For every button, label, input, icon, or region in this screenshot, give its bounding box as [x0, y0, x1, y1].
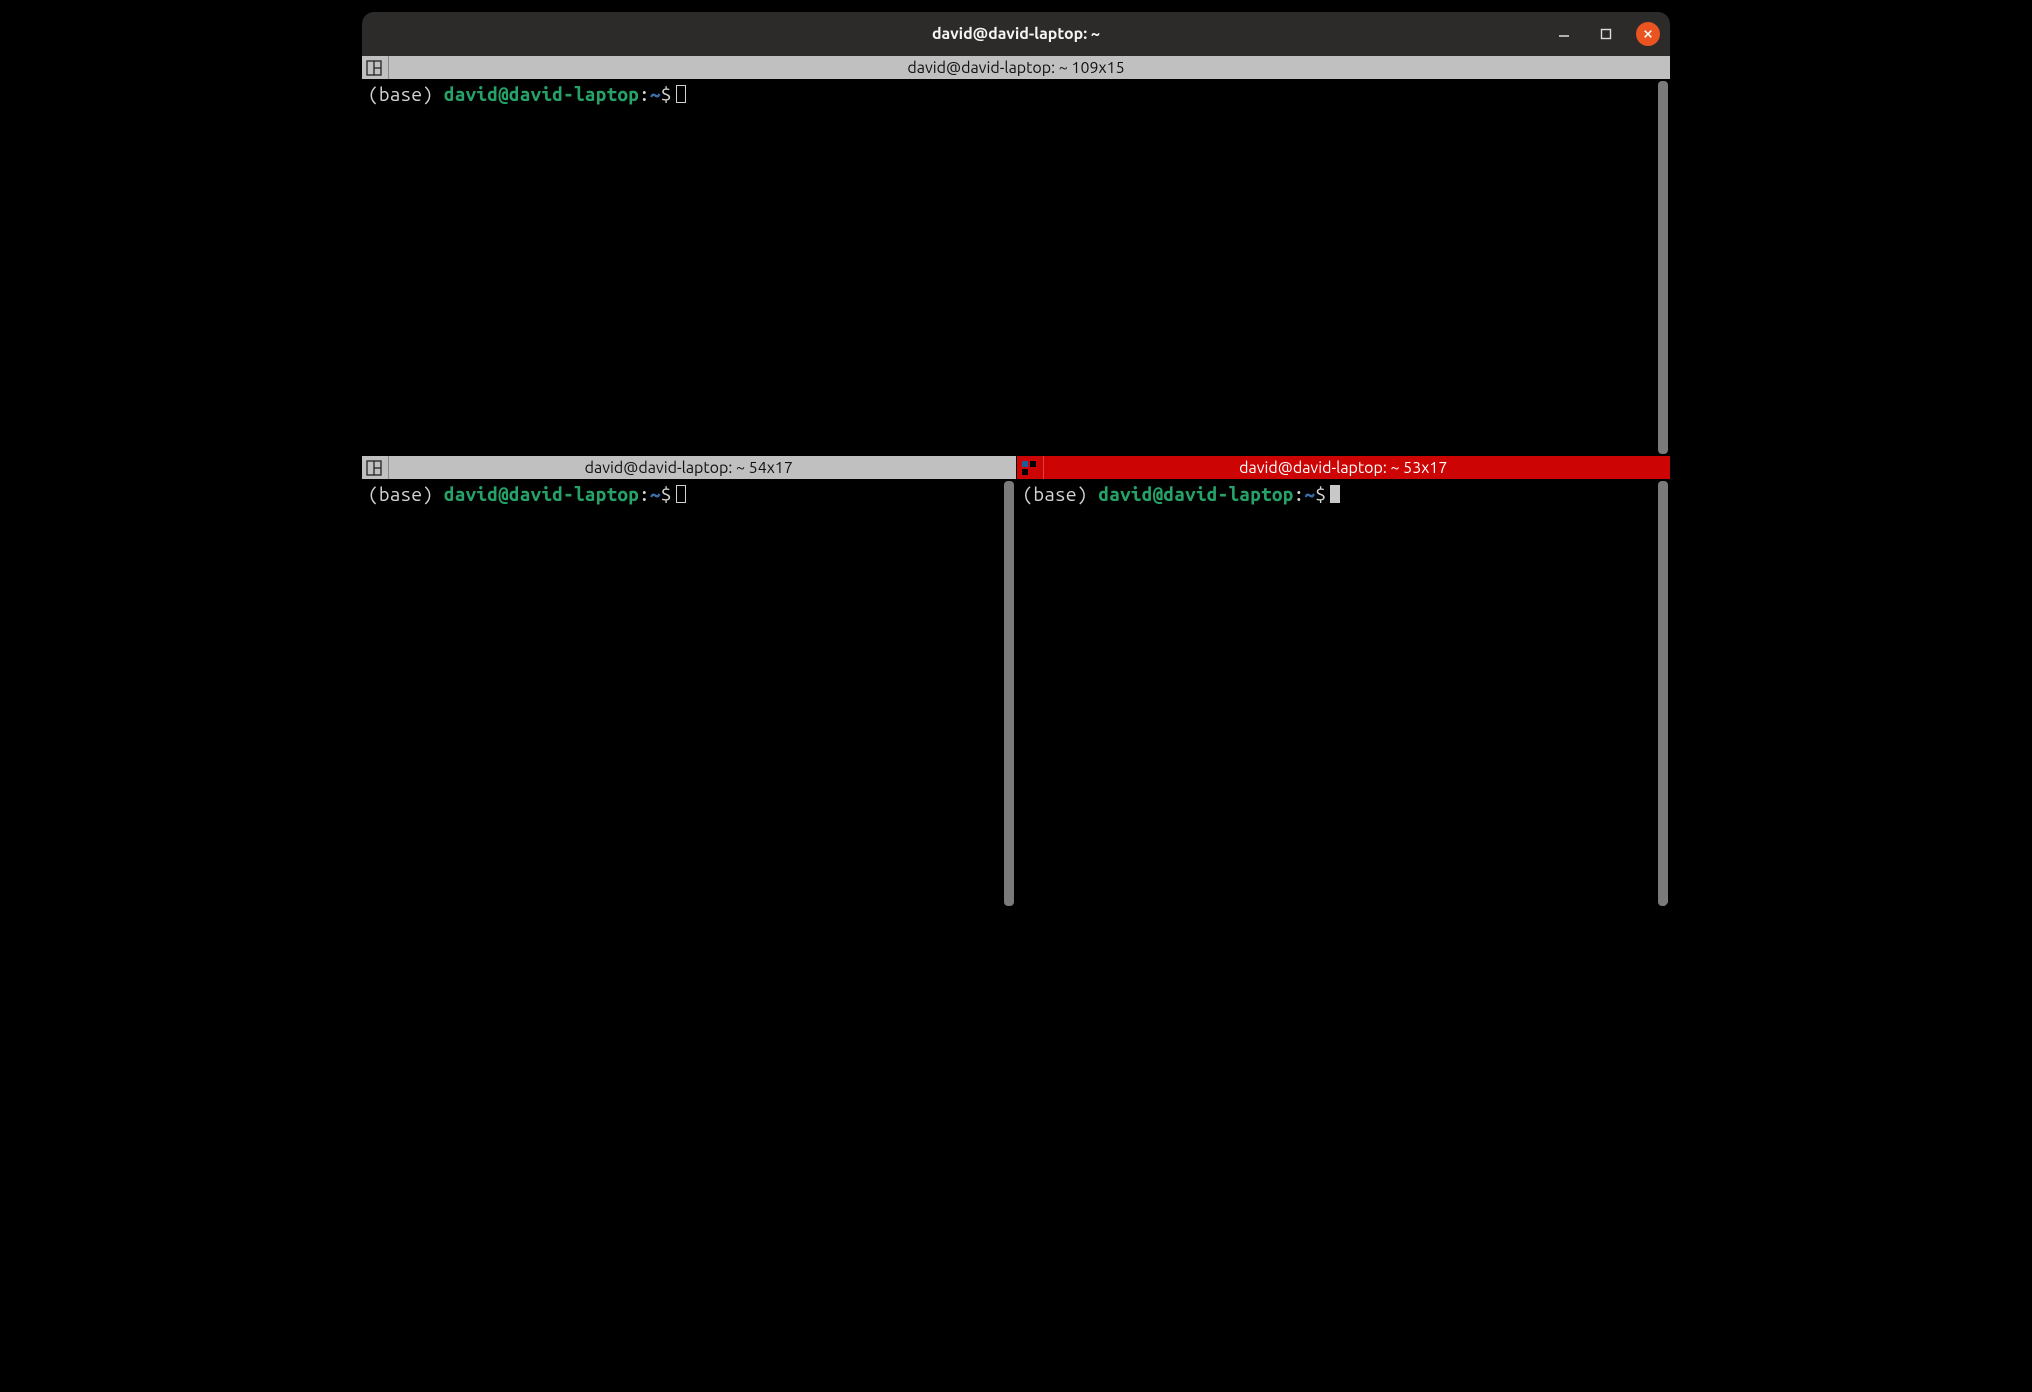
pane-bottom-left[interactable]: david@david-laptop: ~ 54x17 (base) david… — [362, 456, 1016, 908]
pane-titlebar[interactable]: david@david-laptop: ~ 54x17 — [362, 456, 1016, 479]
pane-layout-button[interactable] — [362, 456, 389, 479]
terminal-window: david@david-laptop: ~ — [362, 12, 1670, 908]
window-titlebar[interactable]: david@david-laptop: ~ — [362, 12, 1670, 56]
prompt-sep: : — [639, 83, 650, 105]
pane-titlebar[interactable]: david@david-laptop: ~ 109x15 — [362, 56, 1670, 79]
scrollbar-thumb[interactable] — [1658, 81, 1668, 454]
pane-bottom-right[interactable]: david@david-laptop: ~ 53x17 (base) david… — [1016, 456, 1671, 908]
prompt-env: (base) — [368, 83, 444, 105]
scrollbar-thumb[interactable] — [1658, 481, 1668, 906]
window-maximize-button[interactable] — [1594, 22, 1618, 46]
prompt-user-host: david@david-laptop — [444, 483, 639, 505]
prompt-env: (base) — [1023, 483, 1099, 505]
scrollbar-vertical[interactable] — [1002, 479, 1016, 908]
split-layout-icon — [1021, 460, 1037, 476]
terminal-body[interactable]: (base) david@david-laptop:~$ — [1017, 479, 1671, 908]
pane-layout-button[interactable] — [362, 56, 389, 79]
window-minimize-button[interactable] — [1552, 22, 1576, 46]
split-layout-icon — [366, 460, 382, 476]
cursor — [676, 485, 686, 503]
pane-top[interactable]: david@david-laptop: ~ 109x15 (base) davi… — [362, 56, 1670, 456]
maximize-icon — [1600, 28, 1612, 40]
window-controls — [1552, 22, 1660, 46]
close-icon — [1643, 29, 1653, 39]
pane-container: david@david-laptop: ~ 109x15 (base) davi… — [362, 56, 1670, 908]
prompt-sep: : — [1294, 483, 1305, 505]
prompt-symbol: $ — [1315, 483, 1326, 505]
pane-title: david@david-laptop: ~ 109x15 — [362, 59, 1670, 77]
terminal-body[interactable]: (base) david@david-laptop:~$ — [362, 79, 1670, 456]
scrollbar-thumb[interactable] — [1004, 481, 1014, 906]
prompt-line: (base) david@david-laptop:~$ — [1023, 483, 1665, 505]
prompt-symbol: $ — [661, 483, 672, 505]
prompt-symbol: $ — [661, 83, 672, 105]
window-title: david@david-laptop: ~ — [362, 25, 1670, 43]
pane-title: david@david-laptop: ~ 53x17 — [1017, 459, 1671, 477]
prompt-line: (base) david@david-laptop:~$ — [368, 483, 1010, 505]
pane-titlebar-active[interactable]: david@david-laptop: ~ 53x17 — [1017, 456, 1671, 479]
scrollbar-vertical[interactable] — [1656, 479, 1670, 908]
prompt-path: ~ — [650, 483, 661, 505]
cursor — [676, 85, 686, 103]
pane-layout-button[interactable] — [1017, 456, 1044, 479]
window-close-button[interactable] — [1636, 22, 1660, 46]
cursor — [1330, 485, 1340, 503]
terminal-body[interactable]: (base) david@david-laptop:~$ — [362, 479, 1016, 908]
pane-title: david@david-laptop: ~ 54x17 — [362, 459, 1016, 477]
split-layout-icon — [366, 60, 382, 76]
minimize-icon — [1558, 28, 1570, 40]
prompt-sep: : — [639, 483, 650, 505]
prompt-line: (base) david@david-laptop:~$ — [368, 83, 1664, 105]
scrollbar-vertical[interactable] — [1656, 79, 1670, 456]
prompt-user-host: david@david-laptop — [444, 83, 639, 105]
prompt-env: (base) — [368, 483, 444, 505]
prompt-user-host: david@david-laptop — [1098, 483, 1293, 505]
prompt-path: ~ — [1304, 483, 1315, 505]
prompt-path: ~ — [650, 83, 661, 105]
